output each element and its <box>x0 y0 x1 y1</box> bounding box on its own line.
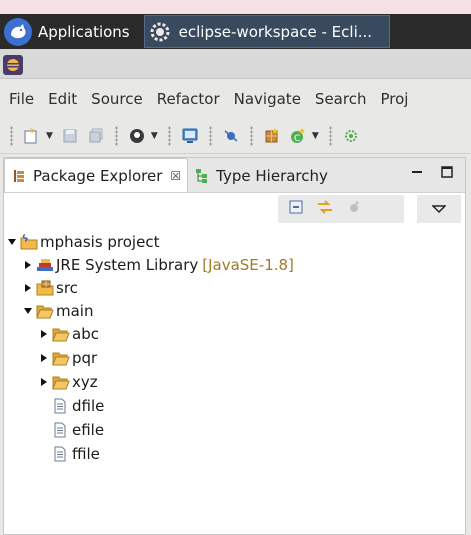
maximize-icon[interactable] <box>439 164 455 180</box>
tree-item-ffile[interactable]: ffile <box>52 443 100 465</box>
tree-item-jre[interactable]: JRE System Library [JavaSE-1.8] <box>22 254 294 276</box>
tree-item-abc[interactable]: abc <box>38 323 99 345</box>
tree-item-dfile[interactable]: dfile <box>52 395 104 417</box>
toolbar-grip[interactable] <box>167 126 171 146</box>
main-label: main <box>56 302 94 320</box>
new-dropdown-arrow-icon[interactable]: ▼ <box>46 131 53 141</box>
toolbar-grip[interactable] <box>328 126 332 146</box>
link-with-editor-icon[interactable] <box>316 199 334 219</box>
toolbar-grip[interactable] <box>10 126 13 146</box>
main-toolbar: ▼ ▼ C ▼ <box>0 119 471 154</box>
console-icon[interactable] <box>179 125 201 147</box>
collapsed-arrow-icon[interactable] <box>38 328 50 340</box>
file-icon <box>52 422 70 438</box>
folder-icon <box>52 374 70 390</box>
folder-icon <box>52 326 70 342</box>
view-menu-button[interactable] <box>417 195 461 223</box>
expanded-arrow-icon[interactable] <box>6 236 18 248</box>
close-view-icon[interactable]: ☒ <box>170 169 181 183</box>
applications-menu-button[interactable]: Applications <box>0 14 140 49</box>
view-tab-bar: Package Explorer ☒ Type Hierarchy <box>4 158 465 193</box>
package-explorer-view: Package Explorer ☒ Type Hierarchy mphasi… <box>3 157 466 535</box>
taskbar-window-title: eclipse-workspace - Ecli... <box>178 22 373 41</box>
file-icon <box>52 446 70 462</box>
collapsed-arrow-icon[interactable] <box>38 376 50 388</box>
save-all-icon[interactable] <box>85 125 107 147</box>
jre-label: JRE System Library <box>56 256 199 274</box>
svg-text:C: C <box>294 134 300 144</box>
ffile-label: ffile <box>72 445 100 463</box>
menu-project[interactable]: Proj <box>373 90 415 108</box>
source-folder-icon <box>36 280 54 296</box>
view-menu-chevron-icon <box>432 205 446 214</box>
run-icon[interactable] <box>340 125 362 147</box>
file-icon <box>52 398 70 414</box>
menu-bar: File Edit Source Refactor Navigate Searc… <box>0 79 471 119</box>
collapse-all-icon[interactable] <box>288 199 304 219</box>
tree-item-main[interactable]: main <box>22 300 93 322</box>
collapsed-arrow-icon[interactable] <box>38 352 50 364</box>
new-class-icon[interactable]: C <box>287 125 309 147</box>
menu-source[interactable]: Source <box>84 90 150 108</box>
library-icon <box>36 257 54 273</box>
new-icon[interactable] <box>21 125 43 147</box>
toolbar-grip[interactable] <box>114 126 118 146</box>
efile-label: efile <box>72 421 105 439</box>
eclipse-window: File Edit Source Refactor Navigate Searc… <box>0 49 471 535</box>
menu-refactor[interactable]: Refactor <box>150 90 227 108</box>
desktop-top-strip <box>0 0 471 14</box>
tree-item-efile[interactable]: efile <box>52 419 104 441</box>
skip-breakpoints-icon[interactable] <box>220 125 242 147</box>
pqr-label: pqr <box>72 349 98 367</box>
view-window-controls <box>409 164 455 180</box>
window-titlebar[interactable] <box>0 49 471 79</box>
view-toolbar-actions <box>278 195 404 223</box>
eclipse-gear-icon <box>150 22 170 41</box>
tab-package-explorer[interactable]: Package Explorer ☒ <box>4 158 189 192</box>
menu-edit[interactable]: Edit <box>41 90 84 108</box>
type-hierarchy-icon <box>196 168 208 183</box>
abc-label: abc <box>72 325 99 343</box>
tab-type-hierarchy[interactable]: Type Hierarchy <box>188 159 334 192</box>
tree-item-xyz[interactable]: xyz <box>38 371 98 393</box>
minimize-icon[interactable] <box>409 164 425 180</box>
view-toolbar <box>4 193 465 231</box>
tree-item-project[interactable]: mphasis project <box>6 231 159 253</box>
eclipse-app-icon <box>3 55 23 75</box>
top-panel: Applications eclipse-workspace - Ecli... <box>0 14 471 49</box>
package-explorer-tab-label: Package Explorer <box>33 166 163 185</box>
debug-icon[interactable] <box>126 125 148 147</box>
src-label: src <box>56 279 78 297</box>
tree-item-src[interactable]: src <box>22 277 78 299</box>
collapsed-arrow-icon[interactable] <box>22 259 34 271</box>
new-package-icon[interactable] <box>261 125 283 147</box>
menu-navigate[interactable]: Navigate <box>227 90 308 108</box>
tree-item-pqr[interactable]: pqr <box>38 347 97 369</box>
save-icon[interactable] <box>59 125 81 147</box>
xyz-label: xyz <box>72 373 98 391</box>
menu-search[interactable]: Search <box>308 90 374 108</box>
open-folder-icon <box>36 303 54 319</box>
type-hierarchy-tab-label: Type Hierarchy <box>216 166 328 185</box>
jre-version-decoration: [JavaSE-1.8] <box>202 256 294 274</box>
dfile-label: dfile <box>72 397 105 415</box>
toolbar-grip[interactable] <box>208 126 212 146</box>
expanded-arrow-icon[interactable] <box>22 305 34 317</box>
menu-file[interactable]: File <box>0 90 41 108</box>
new-class-dropdown-arrow-icon[interactable]: ▼ <box>312 131 319 141</box>
focus-active-task-icon[interactable] <box>346 199 362 219</box>
xfce-mouse-icon <box>4 17 32 46</box>
taskbar-eclipse-window[interactable]: eclipse-workspace - Ecli... <box>143 15 390 48</box>
debug-dropdown-arrow-icon[interactable]: ▼ <box>151 131 158 141</box>
applications-label: Applications <box>38 22 130 41</box>
toolbar-grip[interactable] <box>249 126 253 146</box>
package-explorer-icon <box>14 169 24 182</box>
folder-icon <box>52 350 70 366</box>
java-project-icon <box>20 234 38 250</box>
collapsed-arrow-icon[interactable] <box>22 282 34 294</box>
project-label: mphasis project <box>40 233 160 251</box>
